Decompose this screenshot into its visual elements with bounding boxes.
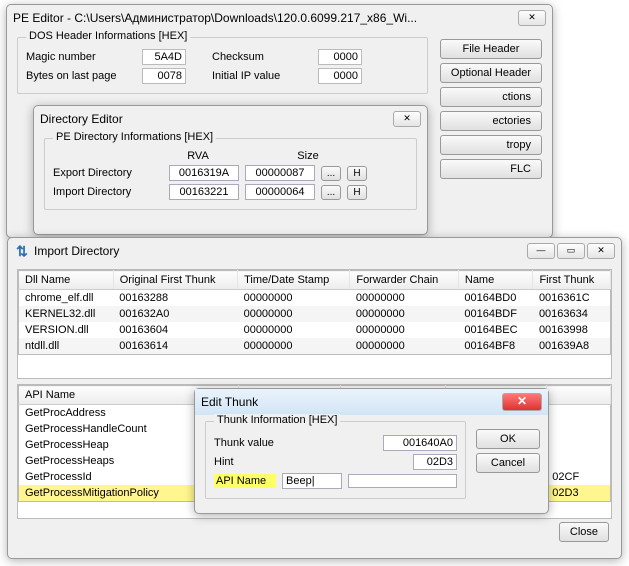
dll-table[interactable]: Dll NameOriginal First ThunkTime/Date St… xyxy=(18,270,611,355)
size-value[interactable]: 00000087 xyxy=(245,165,315,181)
groupbox-title: Thunk Information [HEX] xyxy=(214,414,340,426)
minimize-icon[interactable]: — xyxy=(527,243,555,259)
table-row[interactable]: chrome_elf.dll00163288000000000000000000… xyxy=(19,290,611,307)
api-name-input-ext[interactable] xyxy=(348,474,457,488)
ip-label: Initial IP value xyxy=(212,70,312,82)
optional-header-button[interactable]: Optional Header xyxy=(440,63,542,83)
file-header-button[interactable]: File Header xyxy=(440,39,542,59)
thunk-value-label: Thunk value xyxy=(214,437,294,449)
table-row[interactable]: KERNEL32.dll001632A000000000000000000016… xyxy=(19,306,611,322)
rva-value[interactable]: 0016319A xyxy=(169,165,239,181)
rva-header: RVA xyxy=(163,150,233,162)
api-name-label: API Name xyxy=(214,474,276,488)
ip-value[interactable]: 0000 xyxy=(318,68,362,84)
close-icon[interactable]: ✕ xyxy=(393,111,421,127)
hint-input[interactable]: 02D3 xyxy=(413,454,457,470)
api-name-input[interactable]: Beep| xyxy=(282,473,342,489)
bytes-value[interactable]: 0078 xyxy=(142,68,186,84)
column-header[interactable]: First Thunk xyxy=(533,271,611,290)
bytes-label: Bytes on last page xyxy=(26,70,136,82)
magic-number-value[interactable]: 5A4D xyxy=(142,49,186,65)
arrows-icon: ⇅ xyxy=(14,243,30,259)
size-value[interactable]: 00000064 xyxy=(245,184,315,200)
close-icon[interactable]: ✕ xyxy=(518,10,546,26)
window-title: Directory Editor xyxy=(40,112,393,126)
column-header[interactable]: Dll Name xyxy=(19,271,114,290)
entropy-button[interactable]: tropy xyxy=(440,135,542,155)
checksum-value[interactable]: 0000 xyxy=(318,49,362,65)
import-directory-titlebar: ⇅ Import Directory — ▭ ✕ xyxy=(8,238,621,264)
thunk-value-input[interactable]: 001640A0 xyxy=(383,435,457,451)
hex-button[interactable]: H xyxy=(347,166,367,181)
cancel-button[interactable]: Cancel xyxy=(476,453,540,473)
flc-button[interactable]: FLC xyxy=(440,159,542,179)
table-row[interactable]: ntdll.dll00163614000000000000000000164BF… xyxy=(19,338,611,355)
checksum-label: Checksum xyxy=(212,51,312,63)
pe-editor-titlebar: PE Editor - C:\Users\Администратор\Downl… xyxy=(7,5,552,31)
rva-value[interactable]: 00163221 xyxy=(169,184,239,200)
edit-thunk-titlebar: Edit Thunk ✕ xyxy=(195,389,548,415)
close-icon[interactable]: ✕ xyxy=(587,243,615,259)
size-header: Size xyxy=(273,150,343,162)
close-button[interactable]: Close xyxy=(559,522,609,542)
directory-editor-titlebar: Directory Editor ✕ xyxy=(34,106,427,132)
browse-button[interactable]: ... xyxy=(321,185,341,200)
hex-button[interactable]: H xyxy=(347,185,367,200)
directory-name: Import Directory xyxy=(53,186,163,198)
window-title: Import Directory xyxy=(34,244,527,258)
window-title: PE Editor - C:\Users\Администратор\Downl… xyxy=(13,11,518,25)
directory-name: Export Directory xyxy=(53,167,163,179)
column-header[interactable]: Time/Date Stamp xyxy=(238,271,350,290)
browse-button[interactable]: ... xyxy=(321,166,341,181)
table-row[interactable]: VERSION.dll00163604000000000000000000164… xyxy=(19,322,611,338)
close-icon[interactable]: ✕ xyxy=(502,393,542,411)
column-header[interactable]: Original First Thunk xyxy=(113,271,237,290)
directories-button[interactable]: ectories xyxy=(440,111,542,131)
column-header[interactable]: Name xyxy=(458,271,533,290)
sections-button[interactable]: ctions xyxy=(440,87,542,107)
ok-button[interactable]: OK xyxy=(476,429,540,449)
groupbox-title: DOS Header Informations [HEX] xyxy=(26,30,190,42)
hint-label: Hint xyxy=(214,456,294,468)
magic-number-label: Magic number xyxy=(26,51,136,63)
column-header[interactable]: Forwarder Chain xyxy=(350,271,459,290)
maximize-icon[interactable]: ▭ xyxy=(557,243,585,259)
groupbox-title: PE Directory Informations [HEX] xyxy=(53,131,216,143)
window-title: Edit Thunk xyxy=(201,395,502,409)
